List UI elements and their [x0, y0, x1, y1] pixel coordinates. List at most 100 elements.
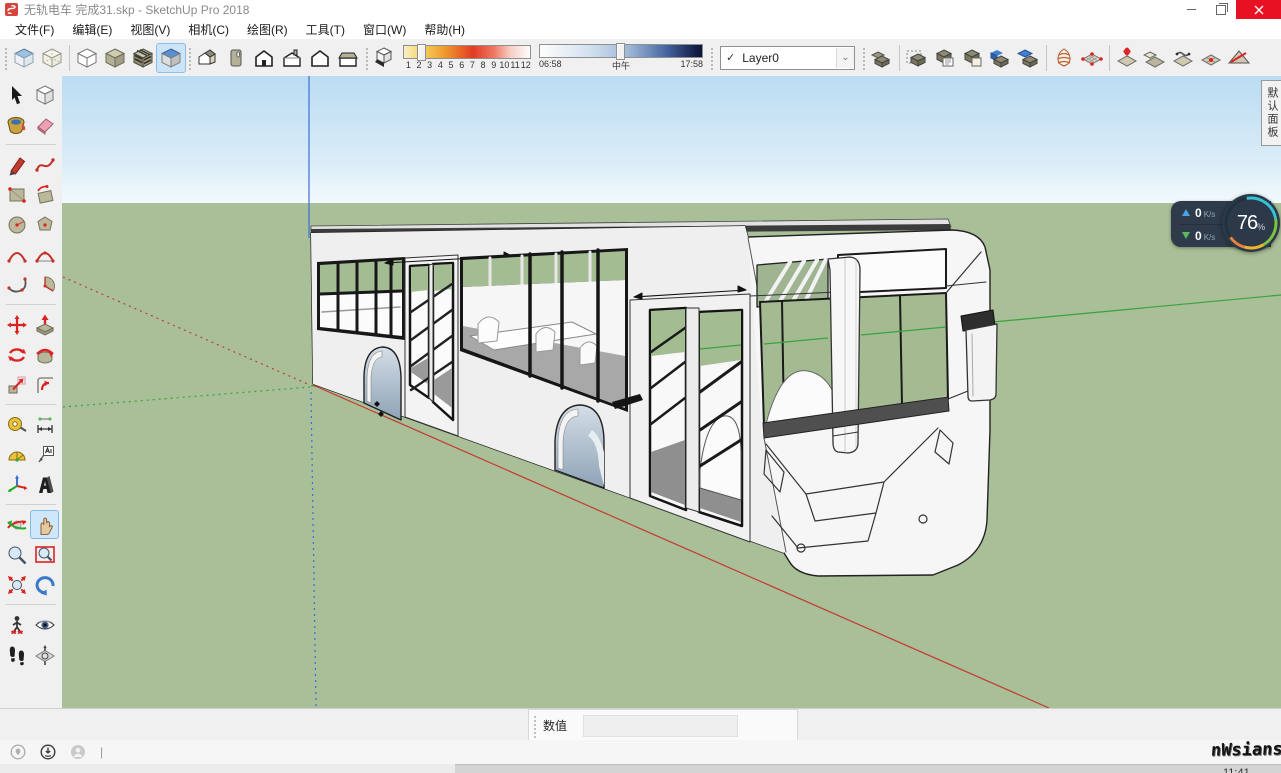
shadow-month-slider[interactable]: 123456789101112	[403, 45, 531, 70]
chevron-down-icon[interactable]: ⌄	[836, 48, 854, 68]
tool-text[interactable]	[31, 441, 58, 468]
tool-circle[interactable]	[3, 211, 30, 238]
back-edges-box-icon	[40, 46, 64, 70]
toolbar-grip[interactable]	[861, 46, 866, 70]
toolbar-grip[interactable]	[187, 46, 192, 70]
tool-paint-bucket[interactable]	[3, 111, 30, 138]
tool-polygon[interactable]	[31, 211, 58, 238]
style-hidden-line-button[interactable]	[101, 44, 129, 72]
tool-zoom-previous[interactable]	[31, 571, 58, 598]
tool-zoom-window[interactable]	[31, 541, 58, 568]
tool-position-camera[interactable]	[3, 611, 30, 638]
sandbox-add-detail-button[interactable]	[1197, 44, 1225, 72]
tool-orbit[interactable]	[3, 511, 30, 538]
dynamic-component-2-button[interactable]	[1015, 44, 1043, 72]
tool-look-around[interactable]	[31, 611, 58, 638]
style-monochrome-button[interactable]	[157, 44, 185, 72]
style-shaded-textures-button[interactable]	[129, 44, 157, 72]
tool-section-plane[interactable]	[31, 641, 58, 668]
tool-dimension[interactable]	[31, 411, 58, 438]
tool-arc[interactable]	[3, 241, 30, 268]
measurements-input[interactable]	[583, 715, 738, 737]
tool-follow-me[interactable]	[31, 341, 58, 368]
tool-three-point-arc[interactable]	[3, 271, 30, 298]
component-options-icon	[933, 46, 957, 70]
panel-grip[interactable]	[532, 714, 537, 738]
menu-tools[interactable]: 工具(T)	[297, 19, 354, 40]
layer-dropdown[interactable]: ✓ Layer0 ⌄	[720, 46, 855, 70]
sandbox-from-scratch-button[interactable]	[1078, 44, 1106, 72]
edit-component-button[interactable]	[903, 44, 931, 72]
sandbox-from-contours-button[interactable]	[1050, 44, 1078, 72]
view-right-button[interactable]	[278, 44, 306, 72]
menu-draw[interactable]: 绘图(R)	[238, 19, 297, 40]
tool-pan[interactable]	[31, 511, 58, 538]
claim-credit-icon[interactable]	[40, 744, 56, 760]
style-back-edges-button[interactable]	[38, 44, 66, 72]
tool-rotated-rectangle[interactable]	[31, 181, 58, 208]
tool-walk[interactable]	[3, 641, 30, 668]
blue-component-icon	[989, 46, 1013, 70]
tool-freehand[interactable]	[31, 151, 58, 178]
sandbox-stamp-button[interactable]	[1141, 44, 1169, 72]
tool-make-component[interactable]	[31, 81, 58, 108]
tool-rectangle[interactable]	[3, 181, 30, 208]
tool-move[interactable]	[3, 311, 30, 338]
view-back-button[interactable]	[306, 44, 334, 72]
tool-eraser[interactable]	[31, 111, 58, 138]
palette-separator	[6, 504, 56, 505]
memory-percent-badge[interactable]: 76 %	[1222, 194, 1280, 252]
toolbar-separator	[1046, 45, 1047, 71]
menu-window[interactable]: 窗口(W)	[354, 19, 415, 40]
circle-icon	[6, 214, 28, 236]
tool-3d-text[interactable]	[31, 471, 58, 498]
tool-offset[interactable]	[31, 371, 58, 398]
sandbox-drape-button[interactable]	[1169, 44, 1197, 72]
tray-tab-default[interactable]: 默认面板	[1261, 80, 1281, 146]
tool-line[interactable]	[3, 151, 30, 178]
time-slider-handle[interactable]	[616, 43, 625, 60]
menu-camera[interactable]: 相机(C)	[179, 19, 238, 40]
restore-button[interactable]	[1206, 0, 1236, 19]
view-left-button[interactable]	[334, 44, 362, 72]
sandbox-flip-edge-button[interactable]	[1225, 44, 1253, 72]
view-iso-button[interactable]	[194, 44, 222, 72]
network-monitor-overlay[interactable]: 0 K/s 0 K/s	[1171, 194, 1281, 256]
viewport-canvas[interactable]: 默认面板 0 K/s 0 K/s	[62, 76, 1281, 708]
monochrome-box-icon	[159, 46, 183, 70]
shadow-time-slider[interactable]: 06:58 中午 17:58	[539, 44, 703, 72]
geolocation-icon[interactable]	[10, 744, 26, 760]
view-top-button[interactable]	[222, 44, 250, 72]
menu-edit[interactable]: 编辑(E)	[63, 19, 121, 40]
tool-axes[interactable]	[3, 471, 30, 498]
component-attributes-button[interactable]	[959, 44, 987, 72]
toolbar-grip[interactable]	[709, 46, 714, 70]
tool-select[interactable]	[3, 81, 30, 108]
tool-rotate[interactable]	[3, 341, 30, 368]
style-xray-button[interactable]	[10, 44, 38, 72]
component-options-button[interactable]	[931, 44, 959, 72]
menu-help[interactable]: 帮助(H)	[415, 19, 474, 40]
toolbar-grip[interactable]	[3, 46, 8, 70]
tool-two-point-arc[interactable]	[31, 241, 58, 268]
make-group-button[interactable]	[868, 44, 896, 72]
tool-pie[interactable]	[31, 271, 58, 298]
close-button[interactable]	[1236, 0, 1281, 19]
tool-zoom[interactable]	[3, 541, 30, 568]
tool-scale[interactable]	[3, 371, 30, 398]
menu-file[interactable]: 文件(F)	[6, 19, 63, 40]
tool-protractor[interactable]	[3, 441, 30, 468]
style-wireframe-button[interactable]	[73, 44, 101, 72]
toolbar-grip[interactable]	[364, 46, 369, 70]
dynamic-component-1-button[interactable]	[987, 44, 1015, 72]
tool-zoom-extents[interactable]	[3, 571, 30, 598]
sandbox-smoove-button[interactable]	[1113, 44, 1141, 72]
minimize-button[interactable]	[1176, 0, 1206, 19]
signin-avatar-icon[interactable]	[70, 744, 86, 760]
month-slider-handle[interactable]	[417, 44, 426, 61]
tool-tape-measure[interactable]	[3, 411, 30, 438]
tool-push-pull[interactable]	[31, 311, 58, 338]
view-front-button[interactable]	[250, 44, 278, 72]
menu-view[interactable]: 视图(V)	[121, 19, 179, 40]
shadows-toggle-button[interactable]	[371, 44, 399, 72]
